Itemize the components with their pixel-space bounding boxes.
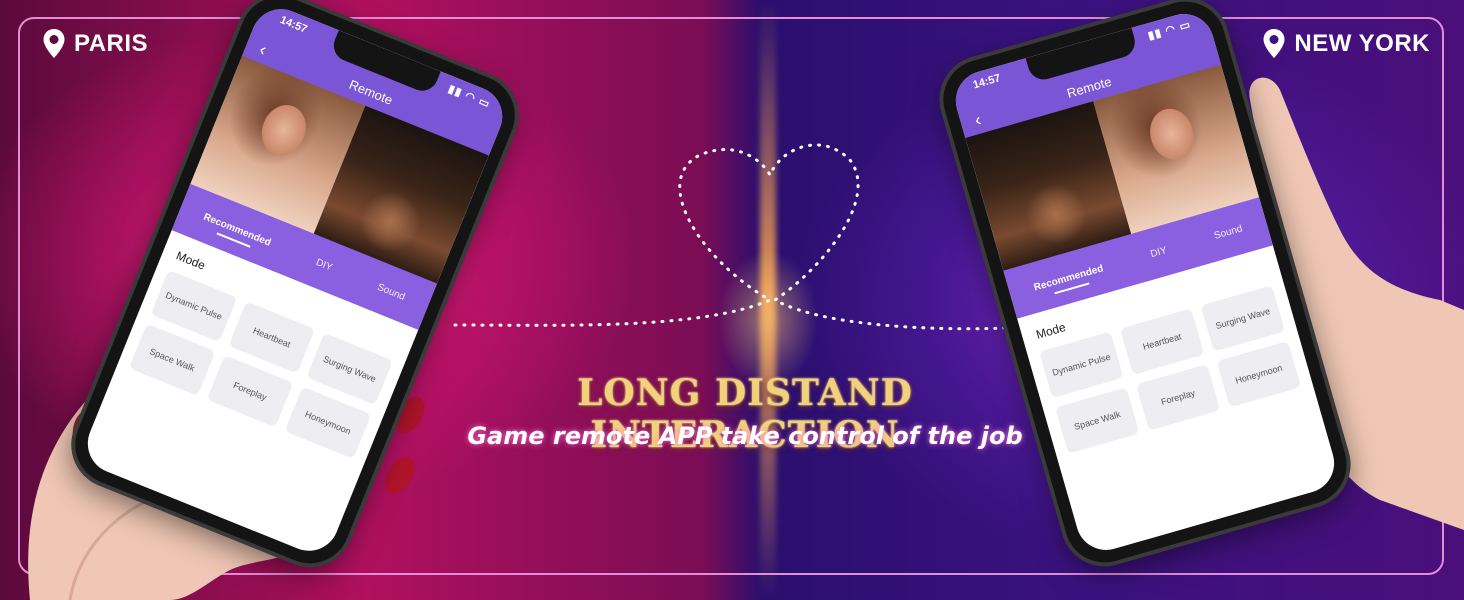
mode-label: Mode <box>1034 319 1068 342</box>
mode-foreplay[interactable]: Foreplay <box>1135 364 1221 431</box>
mode-heartbeat[interactable]: Heartbeat <box>1119 308 1205 375</box>
tab-sound[interactable]: Sound <box>1213 223 1244 242</box>
tab-diy[interactable]: DIY <box>1149 244 1168 259</box>
mode-honeymoon[interactable]: Honeymoon <box>1216 340 1302 408</box>
location-new-york-label: NEW YORK <box>1294 30 1430 57</box>
tab-recommended[interactable]: Recommended <box>1033 263 1105 293</box>
location-paris-label: PARIS <box>74 30 149 57</box>
mode-label: Mode <box>174 248 208 273</box>
location-paris: PARIS <box>42 28 148 60</box>
mode-surging-wave[interactable]: Surging Wave <box>1200 285 1286 352</box>
tab-sound[interactable]: Sound <box>376 281 407 302</box>
tab-diy[interactable]: DIY <box>314 257 334 273</box>
tab-recommended[interactable]: Recommended <box>202 211 273 248</box>
mode-dynamic-pulse[interactable]: Dynamic Pulse <box>1039 331 1124 399</box>
map-pin-icon <box>1263 29 1285 58</box>
banner-background: PARIS NEW YORK 14:57 ▮▮ ◠ ▭ ‹ Remote Rec… <box>0 0 1464 600</box>
location-new-york: NEW YORK <box>1262 28 1430 60</box>
map-pin-icon <box>43 29 65 58</box>
mode-grid: Dynamic Pulse Heartbeat Surging Wave Spa… <box>1039 285 1302 454</box>
mode-space-walk[interactable]: Space Walk <box>1055 387 1140 454</box>
subheadline: Game remote APP take control of the job <box>467 422 1023 450</box>
